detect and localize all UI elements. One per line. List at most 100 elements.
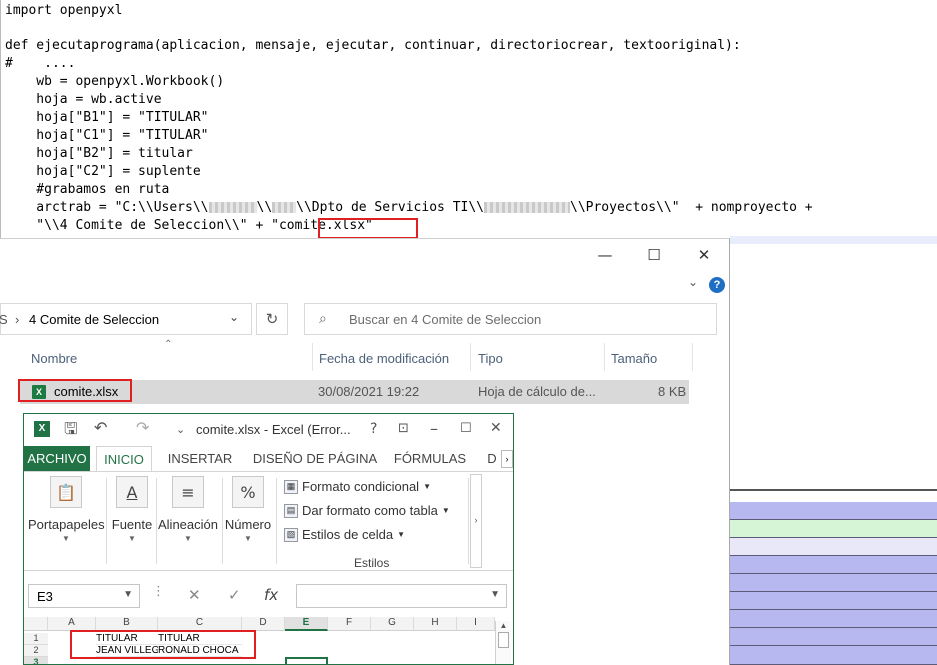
minimize-icon[interactable]: – [430, 419, 438, 438]
insert-function-icon[interactable]: fx [264, 586, 278, 604]
column-header-i[interactable]: I [457, 617, 495, 631]
active-cell-e3[interactable] [285, 657, 328, 664]
portapapeles-group[interactable]: 📋 Portapapeles ▼ [28, 476, 105, 543]
tab-diseno-pagina[interactable]: DISEÑO DE PÁGINA [250, 446, 380, 472]
chevron-down-icon[interactable]: ⌄ [688, 275, 698, 289]
formula-input[interactable]: ▼ [296, 584, 507, 608]
code-fragment: arctrab = "C:\\Users\\ [5, 200, 209, 215]
excel-title: comite.xlsx - Excel (Error... [196, 422, 351, 437]
column-header-d[interactable]: D [242, 617, 285, 631]
numero-group[interactable]: % Número ▼ [222, 476, 274, 543]
align-icon: ≡ [172, 476, 204, 508]
tab-more[interactable]: D [486, 446, 498, 472]
column-header-h[interactable]: H [414, 617, 457, 631]
redo-icon[interactable]: ↷ [136, 418, 149, 437]
tab-inicio[interactable]: INICIO [96, 446, 152, 472]
redacted-text [208, 202, 257, 213]
search-input[interactable]: ⌕ Buscar en 4 Comite de Seleccion [304, 303, 717, 335]
excel-window: X 🖫 ↶ ↷ ⌄ comite.xlsx - Excel (Error... … [23, 413, 514, 665]
sort-chevron-icon: ⌃ [164, 339, 173, 350]
row-band [730, 574, 937, 592]
tab-archivo[interactable]: ARCHIVO [24, 446, 90, 472]
minimize-icon[interactable]: — [582, 243, 628, 267]
column-header-e[interactable]: E [285, 617, 328, 631]
ribbon-divider [276, 478, 277, 564]
row-header-2[interactable]: 2 [24, 645, 48, 657]
table-icon: ▤ [284, 503, 298, 518]
column-header-name[interactable]: Nombre [31, 351, 77, 366]
column-divider [470, 343, 471, 371]
background-editor-pane [730, 236, 937, 665]
column-header-f[interactable]: F [328, 617, 371, 631]
cell-styles-button[interactable]: ▧ Estilos de celda ▼ [284, 527, 405, 542]
chevron-down-icon: ▼ [423, 482, 431, 491]
row-header-3[interactable]: 3 [24, 657, 48, 664]
numero-label: Número [224, 517, 272, 532]
chevron-down-icon: ▼ [490, 589, 500, 600]
undo-icon[interactable]: ↶ [94, 418, 107, 437]
column-header-b[interactable]: B [96, 617, 158, 631]
fuente-group[interactable]: A Fuente ▼ [110, 476, 154, 543]
scroll-thumb[interactable] [498, 632, 509, 648]
code-fragment: \\Dpto de Servicios TI\\ [296, 200, 484, 215]
name-box[interactable]: E3 ▼ [28, 584, 140, 608]
ribbon-divider [468, 478, 469, 564]
ribbon-display-icon[interactable]: ⊡ [398, 421, 409, 436]
refresh-button[interactable]: ↻ [256, 303, 288, 335]
name-box-value: E3 [37, 589, 53, 604]
row-band [730, 520, 937, 538]
percent-icon: % [232, 476, 264, 508]
breadcrumb-separator-icon: › [15, 312, 20, 327]
code-line: hoja["B1"] = "TITULAR" [5, 110, 209, 125]
code-line: import openpyxl [5, 3, 123, 18]
column-header-date[interactable]: Fecha de modificación [319, 351, 449, 366]
scroll-up-icon[interactable]: ▲ [496, 621, 511, 630]
row-header-1[interactable]: 1 [24, 633, 48, 645]
column-divider [692, 343, 693, 371]
tab-scroll-right-icon[interactable]: › [501, 450, 513, 468]
close-icon[interactable]: ✕ [681, 243, 727, 267]
conditional-format-button[interactable]: ▦ Formato condicional ▼ [284, 479, 431, 494]
code-fragment: "\\4 Comite de Seleccion\\" + " [5, 218, 279, 233]
ribbon: 📋 Portapapeles ▼ A Fuente ▼ ≡ Alineación… [24, 471, 513, 571]
column-header-c[interactable]: C [158, 617, 242, 631]
code-editor[interactable]: import openpyxl def ejecutaprograma(apli… [0, 0, 937, 240]
tab-insertar[interactable]: INSERTAR [162, 446, 238, 472]
column-header-size[interactable]: Tamaño [611, 351, 657, 366]
conditional-format-icon: ▦ [284, 479, 298, 494]
address-bar[interactable]: S › 4 Comite de Seleccion ⌄ [0, 303, 252, 335]
tab-formulas[interactable]: FÓRMULAS [392, 446, 468, 472]
format-as-table-button[interactable]: ▤ Dar formato como tabla ▼ [284, 503, 450, 518]
code-line: hoja["C2"] = suplente [5, 164, 201, 179]
breadcrumb: 4 Comite de Seleccion [29, 312, 160, 327]
redacted-text [484, 202, 570, 213]
chevron-down-icon: ▼ [62, 534, 70, 543]
column-header-g[interactable]: G [371, 617, 414, 631]
excel-title-bar: X 🖫 ↶ ↷ ⌄ comite.xlsx - Excel (Error... … [24, 414, 513, 445]
maximize-icon[interactable]: ☐ [460, 421, 472, 436]
help-icon[interactable]: ? [709, 277, 725, 293]
file-type: Hoja de cálculo de... [478, 384, 596, 399]
confirm-icon[interactable]: ✓ [228, 586, 241, 604]
highlight-box-file [18, 379, 132, 402]
format-as-table-label: Dar formato como tabla [302, 503, 438, 518]
code-line: # .... [5, 56, 76, 71]
column-header-type[interactable]: Tipo [478, 351, 503, 366]
customize-qat-icon[interactable]: ⌄ [176, 423, 185, 436]
code-line: hoja["C1"] = "TITULAR" [5, 128, 209, 143]
vertical-scrollbar[interactable]: ▲ [495, 621, 511, 664]
close-icon[interactable]: ✕ [490, 420, 502, 436]
row-band [730, 610, 937, 628]
maximize-icon[interactable]: ☐ [631, 243, 677, 267]
save-icon[interactable]: 🖫 [64, 418, 78, 445]
portapapeles-label: Portapapeles [28, 517, 105, 532]
row-band [730, 628, 937, 646]
cancel-icon[interactable]: ✕ [188, 586, 201, 604]
select-all-corner[interactable] [24, 617, 48, 631]
alineacion-group[interactable]: ≡ Alineación ▼ [156, 476, 220, 543]
ribbon-scroll-icon[interactable]: › [470, 474, 482, 568]
file-size: 8 KB [658, 384, 687, 399]
help-icon[interactable]: ? [370, 421, 377, 437]
column-header-a[interactable]: A [48, 617, 96, 631]
chevron-down-icon[interactable]: ⌄ [229, 310, 239, 324]
